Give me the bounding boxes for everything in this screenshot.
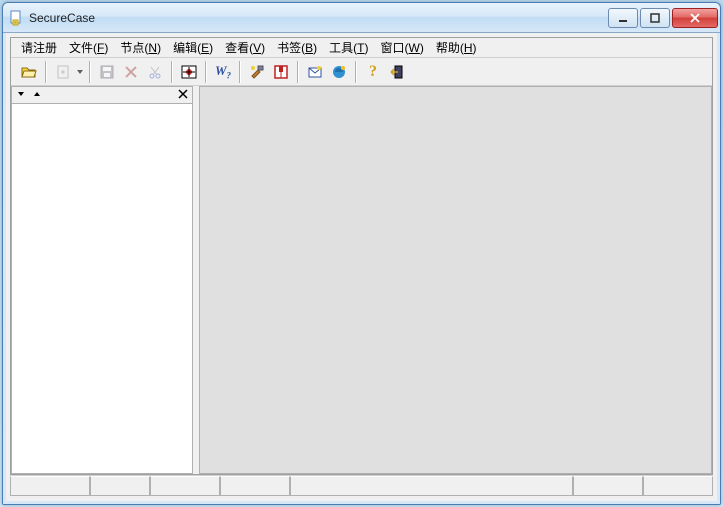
tool-button[interactable]: [245, 60, 269, 84]
tree-body[interactable]: [11, 104, 193, 474]
status-cell: [90, 476, 150, 496]
arrow-down-icon[interactable]: [16, 88, 26, 102]
new-button[interactable]: [51, 60, 75, 84]
menu-file[interactable]: 文件(F): [63, 37, 114, 58]
separator: [355, 61, 357, 83]
close-pane-icon[interactable]: [178, 88, 188, 102]
statusbar: [10, 475, 713, 497]
status-cell: [573, 476, 643, 496]
inner-frame: 请注册 文件(F) 节点(N) 编辑(E) 查看(V) 书签(B) 工具(T) …: [10, 37, 713, 475]
tree-pane: [11, 86, 193, 474]
toolbar: W?: [11, 58, 712, 86]
status-cell: [150, 476, 220, 496]
menu-edit[interactable]: 编辑(E): [167, 37, 219, 58]
book-button[interactable]: [269, 60, 293, 84]
status-cell: [290, 476, 573, 496]
open-button[interactable]: [17, 60, 41, 84]
app-icon: [9, 10, 25, 26]
menu-node[interactable]: 节点(N): [114, 37, 167, 58]
status-cell: [10, 476, 90, 496]
delete-button[interactable]: [119, 60, 143, 84]
w-button[interactable]: W?: [211, 60, 235, 84]
hammer-icon: [249, 64, 265, 80]
window-title: SecureCase: [29, 11, 608, 25]
help-button[interactable]: ?: [361, 60, 385, 84]
menu-tools[interactable]: 工具(T): [323, 37, 374, 58]
menu-register[interactable]: 请注册: [15, 37, 63, 58]
separator: [239, 61, 241, 83]
menu-view[interactable]: 查看(V): [219, 37, 271, 58]
menu-bookmark[interactable]: 书签(B): [271, 37, 323, 58]
dropdown-icon[interactable]: [75, 68, 85, 76]
maximize-button[interactable]: [640, 8, 670, 28]
separator: [297, 61, 299, 83]
separator: [89, 61, 91, 83]
arrow-up-icon[interactable]: [32, 88, 42, 102]
mail-button[interactable]: [303, 60, 327, 84]
separator: [171, 61, 173, 83]
save-button[interactable]: [95, 60, 119, 84]
minimize-button[interactable]: [608, 8, 638, 28]
scissors-icon: [147, 64, 163, 80]
help-icon: ?: [369, 63, 377, 81]
new-icon: [55, 64, 71, 80]
save-icon: [99, 64, 115, 80]
separator: [45, 61, 47, 83]
cut-button[interactable]: [143, 60, 167, 84]
app-window: SecureCase 请注册 文件(F) 节点(N) 编辑(E) 查看(V) 书…: [2, 2, 721, 505]
tree-header: [11, 86, 193, 104]
client-area: 请注册 文件(F) 节点(N) 编辑(E) 查看(V) 书签(B) 工具(T) …: [3, 33, 720, 504]
main-split: [11, 86, 712, 474]
delete-icon: [123, 64, 139, 80]
w-icon: W?: [215, 63, 231, 81]
mail-icon: [307, 64, 323, 80]
separator: [205, 61, 207, 83]
target-icon: [180, 64, 198, 80]
ie-icon: [331, 64, 347, 80]
ie-button[interactable]: [327, 60, 351, 84]
exit-icon: [389, 64, 405, 80]
content-pane[interactable]: [199, 86, 712, 474]
target-button[interactable]: [177, 60, 201, 84]
book-icon: [273, 64, 289, 80]
close-button[interactable]: [672, 8, 718, 28]
menu-window[interactable]: 窗口(W): [375, 37, 430, 58]
menubar: 请注册 文件(F) 节点(N) 编辑(E) 查看(V) 书签(B) 工具(T) …: [11, 38, 712, 58]
window-buttons: [608, 8, 718, 28]
exit-button[interactable]: [385, 60, 409, 84]
titlebar: SecureCase: [3, 3, 720, 33]
status-cell: [220, 476, 290, 496]
status-cell: [643, 476, 713, 496]
folder-open-icon: [20, 64, 38, 80]
menu-help[interactable]: 帮助(H): [430, 37, 483, 58]
